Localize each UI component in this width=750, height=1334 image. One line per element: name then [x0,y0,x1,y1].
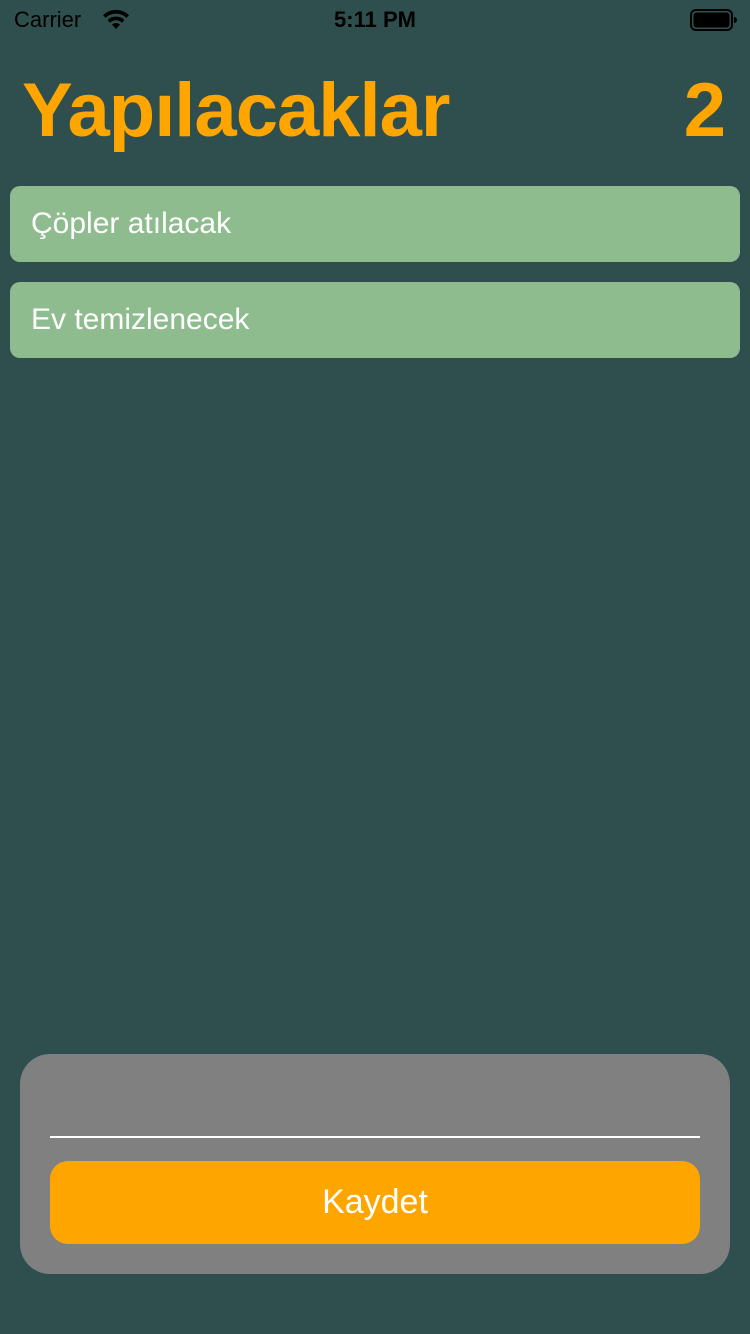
todo-input[interactable] [50,1074,700,1138]
status-time: 5:11 PM [334,7,416,32]
page-title: Yapılacaklar [22,68,450,153]
todo-item[interactable]: Çöpler atılacak [10,186,740,262]
todo-item[interactable]: Ev temizlenecek [10,282,740,358]
todo-item-label: Çöpler atılacak [31,207,232,240]
todo-list: Çöpler atılacak Ev temizlenecek [10,186,740,378]
todo-item-label: Ev temizlenecek [31,303,250,336]
status-bar: Carrier 5:11 PM [0,0,750,40]
battery-icon [690,9,737,31]
save-button[interactable]: Kaydet [50,1161,700,1244]
input-panel: Kaydet [20,1054,730,1274]
todo-count: 2 [683,68,726,153]
